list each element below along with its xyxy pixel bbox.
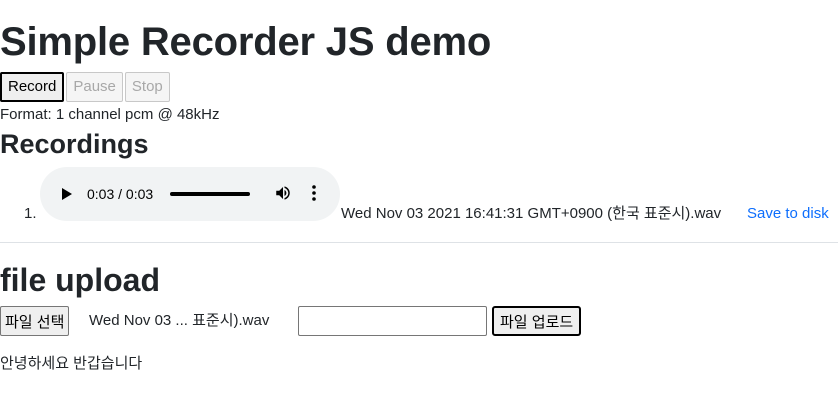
- choose-file-button[interactable]: 파일 선택: [0, 306, 70, 336]
- recording-name: Wed Nov 03 2021 16:41:31 GMT+0900 (한국 표준…: [341, 205, 722, 222]
- seek-bar[interactable]: [170, 192, 250, 196]
- upload-button[interactable]: 파일 업로드: [492, 306, 582, 336]
- recorder-controls: Record Pause Stop: [0, 72, 170, 102]
- text-input[interactable]: [298, 306, 487, 336]
- page-title: Simple Recorder JS demo: [0, 20, 492, 64]
- list-item: 1. 0:03 / 0:03 Wed Nov 03 2021 16:41:31 …: [0, 167, 838, 223]
- record-button[interactable]: Record: [0, 72, 65, 102]
- audio-player[interactable]: 0:03 / 0:03: [40, 167, 340, 221]
- format-text: Format: 1 channel pcm @ 48kHz: [0, 106, 220, 123]
- more-options-icon[interactable]: [311, 184, 317, 202]
- list-item-number: 1.: [24, 205, 37, 222]
- recordings-heading: Recordings: [0, 129, 149, 159]
- volume-icon[interactable]: [274, 184, 292, 202]
- play-icon[interactable]: [62, 188, 72, 200]
- save-to-disk-link[interactable]: Save to disk: [747, 205, 829, 223]
- greeting-text: 안녕하세요 반갑습니다: [0, 355, 143, 372]
- page: Simple Recorder JS demo Record Pause Sto…: [0, 0, 838, 401]
- pause-button[interactable]: Pause: [66, 72, 123, 102]
- stop-button[interactable]: Stop: [124, 72, 170, 102]
- chosen-file-name: Wed Nov 03 ... 표준시).wav: [89, 312, 270, 329]
- upload-heading: file upload: [0, 262, 160, 298]
- divider: [0, 242, 838, 243]
- time-display: 0:03 / 0:03: [87, 186, 154, 202]
